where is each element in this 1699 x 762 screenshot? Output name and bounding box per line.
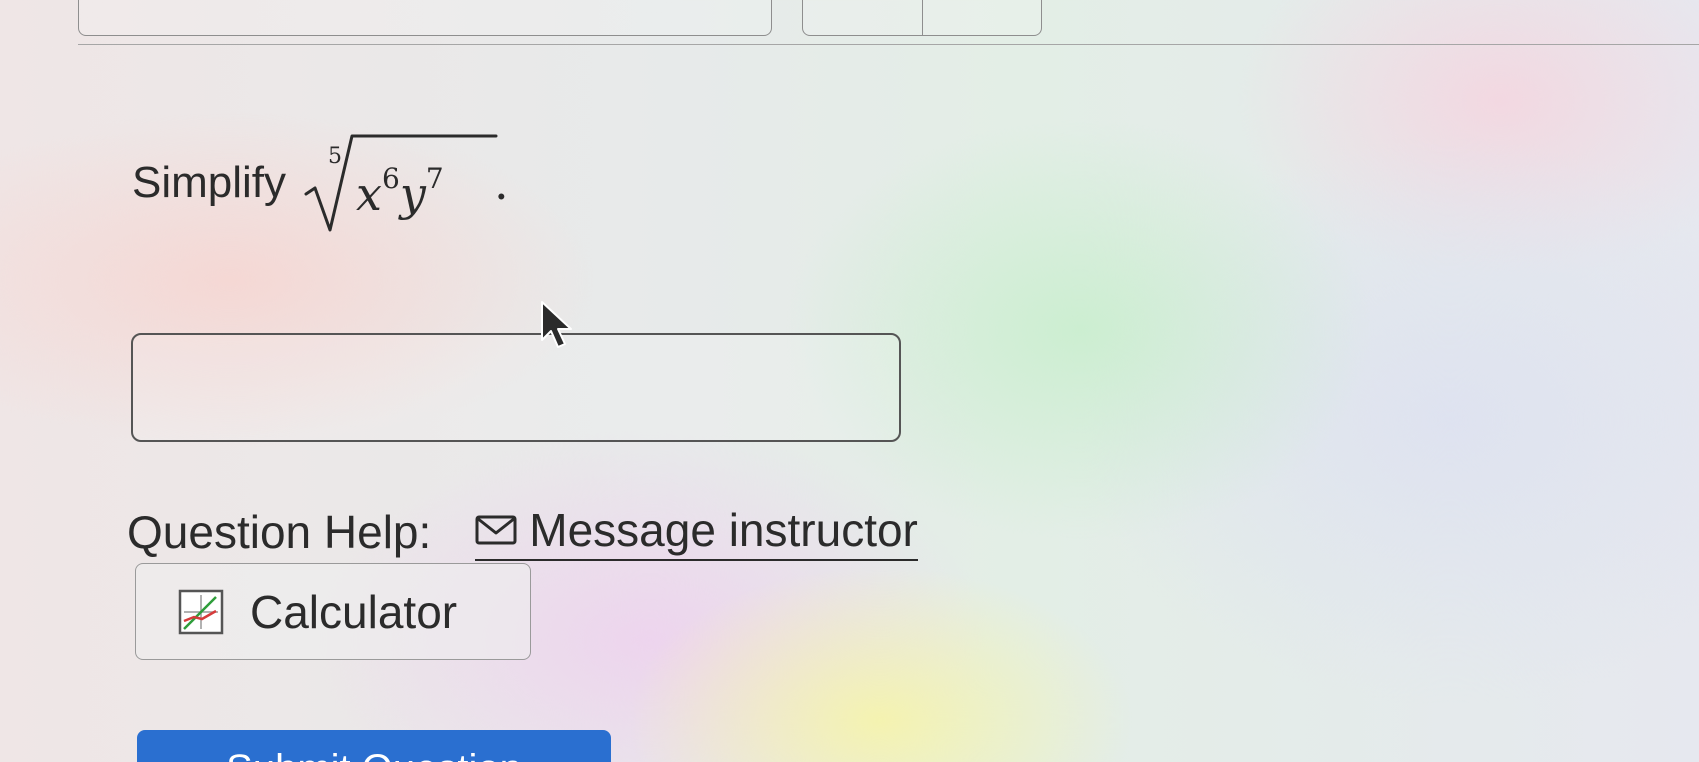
radicand-exponent-y: 7 (425, 162, 444, 195)
submit-question-button[interactable]: Submit Question (137, 730, 611, 762)
mouse-cursor-icon (541, 301, 572, 348)
radicand-base-x: x (356, 167, 382, 221)
root-index: 5 (328, 144, 343, 169)
question-prompt: Simplify 5 x6y7 . (132, 118, 509, 248)
question-help-label: Question Help: (127, 506, 432, 558)
radicand-exponent-x: 6 (381, 162, 400, 195)
previous-right-button[interactable] (921, 0, 1042, 35)
calculator-label: Calculator (250, 585, 458, 638)
previous-left-button[interactable] (803, 0, 922, 35)
answer-input[interactable] (131, 333, 901, 442)
section-divider (78, 44, 1699, 45)
radical-expression: 5 x6y7 (300, 118, 500, 248)
graph-calculator-icon (178, 589, 224, 635)
mail-icon (475, 515, 517, 545)
radicand-base-y: y (399, 167, 426, 221)
previous-section-buttons (802, 0, 1042, 36)
radicand: x6y7 (356, 162, 444, 221)
question-help-row: Question Help: Message instructor (127, 502, 918, 562)
message-instructor-link[interactable]: Message instructor (475, 503, 918, 561)
message-instructor-label: Message instructor (529, 504, 918, 556)
previous-section-box (78, 0, 772, 36)
prompt-word: Simplify (132, 158, 287, 207)
calculator-button[interactable]: Calculator (135, 563, 531, 660)
